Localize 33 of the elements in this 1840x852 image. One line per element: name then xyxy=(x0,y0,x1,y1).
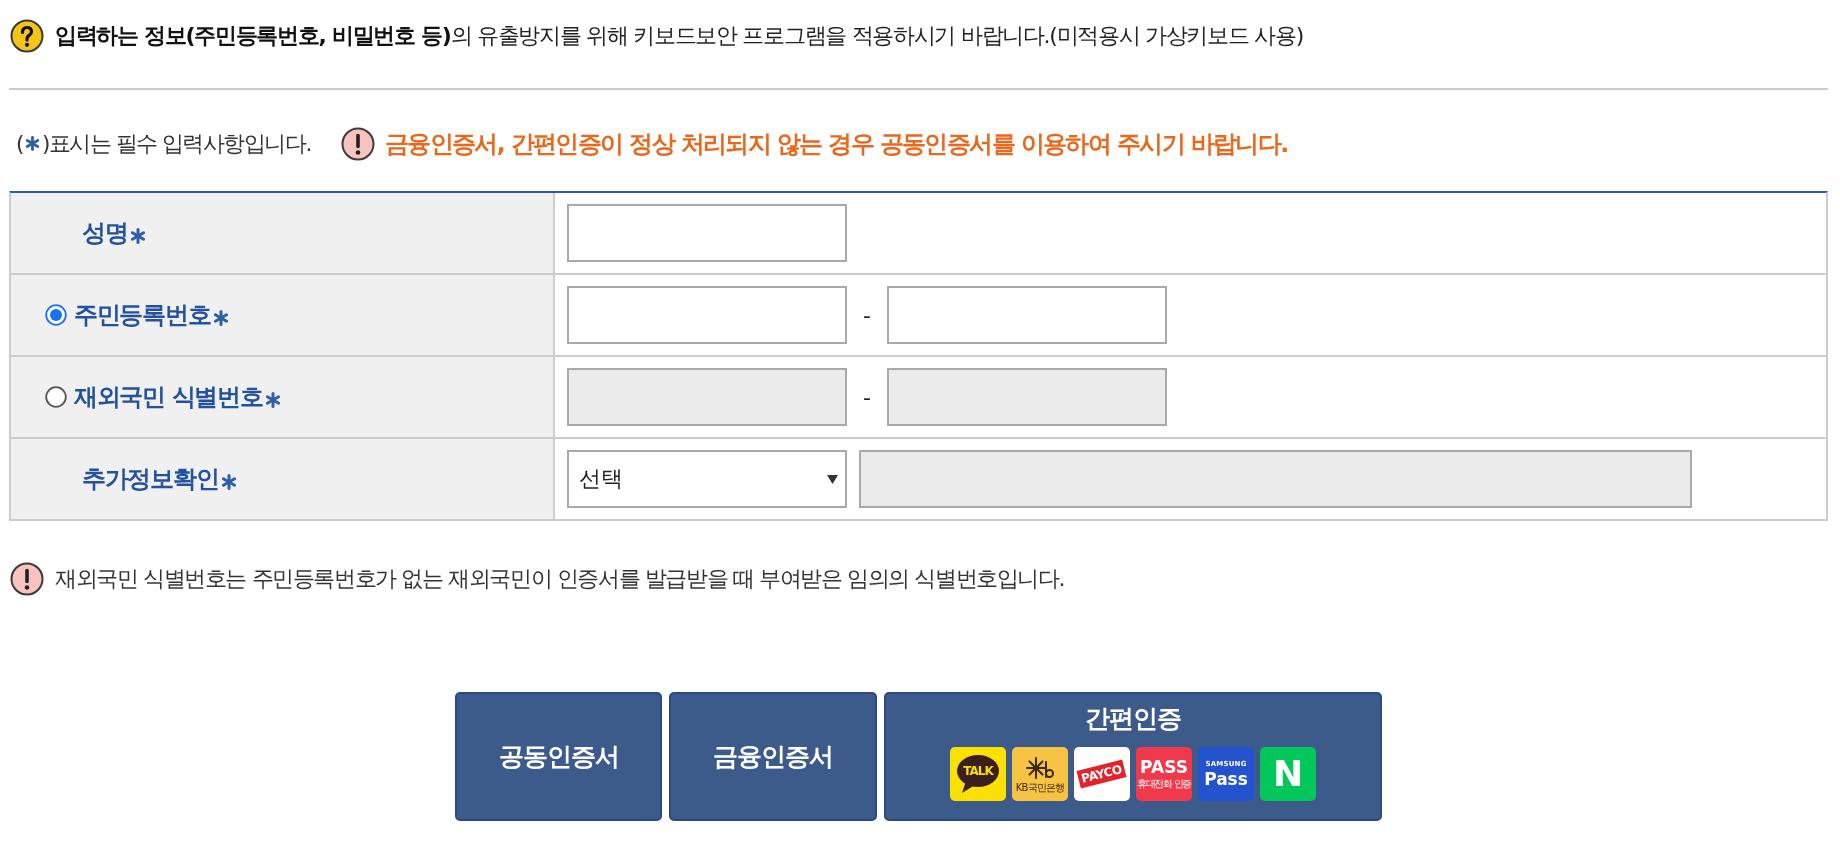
warning-icon xyxy=(340,126,375,161)
logo-text: PASS xyxy=(1140,759,1188,776)
footnote-text: 재외국민 식별번호는 주민등록번호가 없는 재외국민이 인증서를 발급받을 때 부여받은 임의의 식별번호입니다. xyxy=(55,565,1065,593)
input-field[interactable] xyxy=(887,286,1167,344)
bracket-text: ( xyxy=(16,131,23,156)
radio-button[interactable] xyxy=(45,304,67,326)
logo-caption: 휴대전화 인증 xyxy=(1136,779,1192,789)
field-label: 성명 xyxy=(82,218,128,249)
radio-button[interactable] xyxy=(45,386,67,408)
logo-text: Pass xyxy=(1204,770,1248,788)
notice-text: 입력하는 정보(주민등록번호, 비밀번호 등)의 유출방지를 위해 키보드보안 프로그램을 적용하시기 바랍니다.(미적용시 가상키보드 사용) xyxy=(55,22,1303,50)
asterisk-icon xyxy=(24,136,40,151)
logo-text: N xyxy=(1272,756,1304,792)
required-note-text: )표시는 필수 입력사항입니다. xyxy=(41,130,311,158)
certificate-button[interactable]: 금융인증서 xyxy=(669,692,877,821)
certificate-button[interactable]: 공동인증서 xyxy=(455,692,662,821)
warning-icon xyxy=(10,562,44,596)
logo-text: TALK xyxy=(963,764,993,778)
logo-caption: KB국민은행 xyxy=(1015,782,1065,793)
logo-text: PAYCO xyxy=(1076,759,1127,789)
star-mark-icon xyxy=(1025,755,1055,780)
help-icon xyxy=(10,19,44,53)
dropdown[interactable]: 선택 xyxy=(567,450,847,508)
field-label: 재외국민 식별번호 xyxy=(74,382,263,413)
field-label: 추가정보확인 xyxy=(82,464,219,495)
caret-icon xyxy=(827,474,838,484)
speech-bubble-icon xyxy=(957,755,999,793)
input-field[interactable] xyxy=(567,286,847,344)
separator-text: - xyxy=(862,384,872,410)
input-field[interactable] xyxy=(567,204,847,262)
field-label: 주민등록번호 xyxy=(74,300,211,331)
separator-text: - xyxy=(862,302,872,328)
warning-text: 금융인증서, 간편인증이 정상 처리되지 않는 경우 공동인증서를 이용하여 주시기 바랍니다. xyxy=(384,128,1288,160)
